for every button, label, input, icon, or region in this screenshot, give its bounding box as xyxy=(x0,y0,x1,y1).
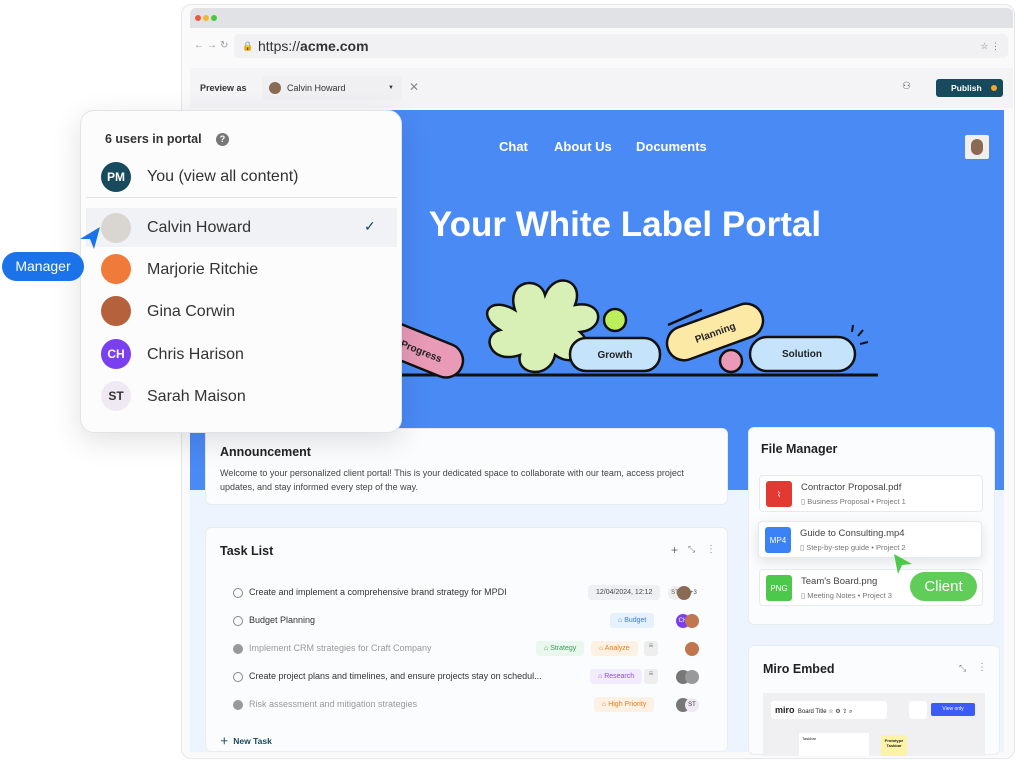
miro-logo: miro xyxy=(775,705,795,715)
task-row[interactable]: Risk assessment and mitigation strategie… xyxy=(233,699,417,710)
miro-title: Miro Embed xyxy=(763,662,835,676)
tag-research: ⌂ Research xyxy=(590,669,643,684)
url-scheme: https:// xyxy=(258,38,301,54)
reload-icon[interactable]: ↻ xyxy=(220,40,228,51)
tag-budget: ⌂ Budget xyxy=(610,613,655,628)
avatar: ST xyxy=(685,698,699,712)
avatar: ST xyxy=(101,381,131,411)
help-icon[interactable]: ? xyxy=(216,133,229,146)
green-ball xyxy=(602,307,628,333)
selected-user: Calvin Howard xyxy=(287,83,346,93)
status-dot xyxy=(991,85,997,91)
avatar xyxy=(685,614,699,628)
png-icon: PNG xyxy=(766,575,792,601)
preview-user-select[interactable]: Calvin Howard ▼ xyxy=(262,76,402,100)
close-icon[interactable]: ✕ xyxy=(409,80,419,94)
announcement-body: Welcome to your personalized client port… xyxy=(220,468,684,492)
preview-as-label: Preview as xyxy=(200,83,247,93)
hero-illustration: Progress Growth Planning Solution xyxy=(390,279,878,379)
manager-cursor-label: Manager xyxy=(2,252,84,281)
miro-embed-card: Miro Embed ⤡ ⋮ miro Board Title ☆ ⚙ ⇪ ⌕ … xyxy=(748,645,1000,756)
client-cursor-label: Client xyxy=(910,572,977,601)
bookmark-star-icon[interactable]: ☆ ⋮ xyxy=(980,34,1000,58)
task-row[interactable]: Create and implement a comprehensive bra… xyxy=(233,587,507,598)
tag-strategy: ⌂ Strategy xyxy=(536,641,585,656)
checkbox-checked[interactable] xyxy=(233,643,243,654)
users-count: 6 users in portal xyxy=(105,132,202,146)
task-row[interactable]: Budget Planning xyxy=(233,615,315,626)
description-icon: ≡ xyxy=(644,641,658,656)
minimize-window-button[interactable] xyxy=(203,15,209,21)
nav-chat[interactable]: Chat xyxy=(499,139,528,154)
more-icon[interactable]: ⋮ xyxy=(706,544,716,555)
add-icon[interactable]: + xyxy=(671,543,678,557)
avatar xyxy=(269,82,281,94)
file-manager-title: File Manager xyxy=(761,442,838,456)
task-list-title: Task List xyxy=(220,544,274,558)
collapse-icon[interactable]: ⤡ xyxy=(959,663,966,674)
announcement-title: Announcement xyxy=(220,445,311,459)
nav-documents[interactable]: Documents xyxy=(636,139,707,154)
forward-icon[interactable]: → xyxy=(207,40,217,51)
sticky-note: Prototype Taskbar xyxy=(881,735,907,756)
avatar xyxy=(685,670,699,684)
more-assignees: +3 xyxy=(690,590,697,596)
mp4-icon: MP4 xyxy=(765,527,791,553)
tag-analyze: ⌂ Analyze xyxy=(591,641,638,656)
task-list-card: Task List + ⤡ ⋮ ＋ New Task xyxy=(205,527,728,752)
check-icon: ✓ xyxy=(364,218,376,234)
page-title: Your White Label Portal xyxy=(428,205,822,244)
maximize-window-button[interactable] xyxy=(211,15,217,21)
miro-frame[interactable]: miro Board Title ☆ ⚙ ⇪ ⌕ View only Taskb… xyxy=(763,693,985,756)
close-window-button[interactable] xyxy=(195,15,201,21)
more-icon[interactable]: ⋮ xyxy=(977,662,987,673)
avatar xyxy=(685,642,699,656)
pill-solution-label: Solution xyxy=(782,349,822,360)
address-bar[interactable]: 🔒 https://acme.com ☆ ⋮ xyxy=(234,34,1008,58)
task-row[interactable]: Implement CRM strategies for Craft Compa… xyxy=(233,643,432,654)
avatar xyxy=(101,296,131,326)
avatar: CH xyxy=(101,339,131,369)
checkbox-checked[interactable] xyxy=(233,699,243,710)
lock-icon: 🔒 xyxy=(242,41,254,51)
description-icon: ≡ xyxy=(644,669,658,684)
view-only-button[interactable]: View only xyxy=(931,703,975,716)
pill-growth-label: Growth xyxy=(598,350,633,361)
checkbox[interactable] xyxy=(233,671,243,682)
avatar xyxy=(101,213,131,243)
publish-button[interactable]: Publish xyxy=(936,79,1003,97)
announcement-card: Announcement Welcome to your personalize… xyxy=(205,428,728,505)
user-avatar[interactable] xyxy=(965,135,989,159)
new-task-button[interactable]: ＋ New Task xyxy=(220,735,272,747)
chevron-down-icon: ▼ xyxy=(388,85,394,91)
divider xyxy=(86,197,397,198)
user-option-selected[interactable]: Calvin Howard ✓ xyxy=(86,208,397,247)
nav-about-us[interactable]: About Us xyxy=(554,139,612,154)
due-date-badge: 12/04/2024, 12:12 xyxy=(588,585,661,600)
avatar xyxy=(677,586,691,600)
collapse-icon[interactable]: ⤡ xyxy=(688,544,695,555)
task-row[interactable]: Create project plans and timelines, and … xyxy=(233,671,542,682)
pdf-icon: ⌇ xyxy=(766,481,792,507)
avatar xyxy=(101,254,131,284)
user-dropdown: 6 users in portal ? PM You (view all con… xyxy=(80,110,402,433)
checkbox[interactable] xyxy=(233,587,243,598)
back-icon[interactable]: ← xyxy=(194,40,204,51)
file-item[interactable]: MP4 Guide to Consulting.mp4 ▯ Step-by-st… xyxy=(758,521,982,558)
tab-bar xyxy=(190,8,1013,28)
users-icon[interactable]: ⚇ xyxy=(902,81,911,92)
tag-high-priority: ⌂ High Priority xyxy=(594,697,655,712)
url-domain: acme.com xyxy=(300,38,369,54)
client-cursor-icon xyxy=(894,554,912,574)
checkbox[interactable] xyxy=(233,615,243,626)
pink-ball xyxy=(718,348,744,374)
manager-cursor-icon xyxy=(80,227,100,249)
user-option-you[interactable]: PM You (view all content) xyxy=(101,161,381,193)
file-item[interactable]: ⌇ Contractor Proposal.pdf ▯ Business Pro… xyxy=(759,475,983,512)
